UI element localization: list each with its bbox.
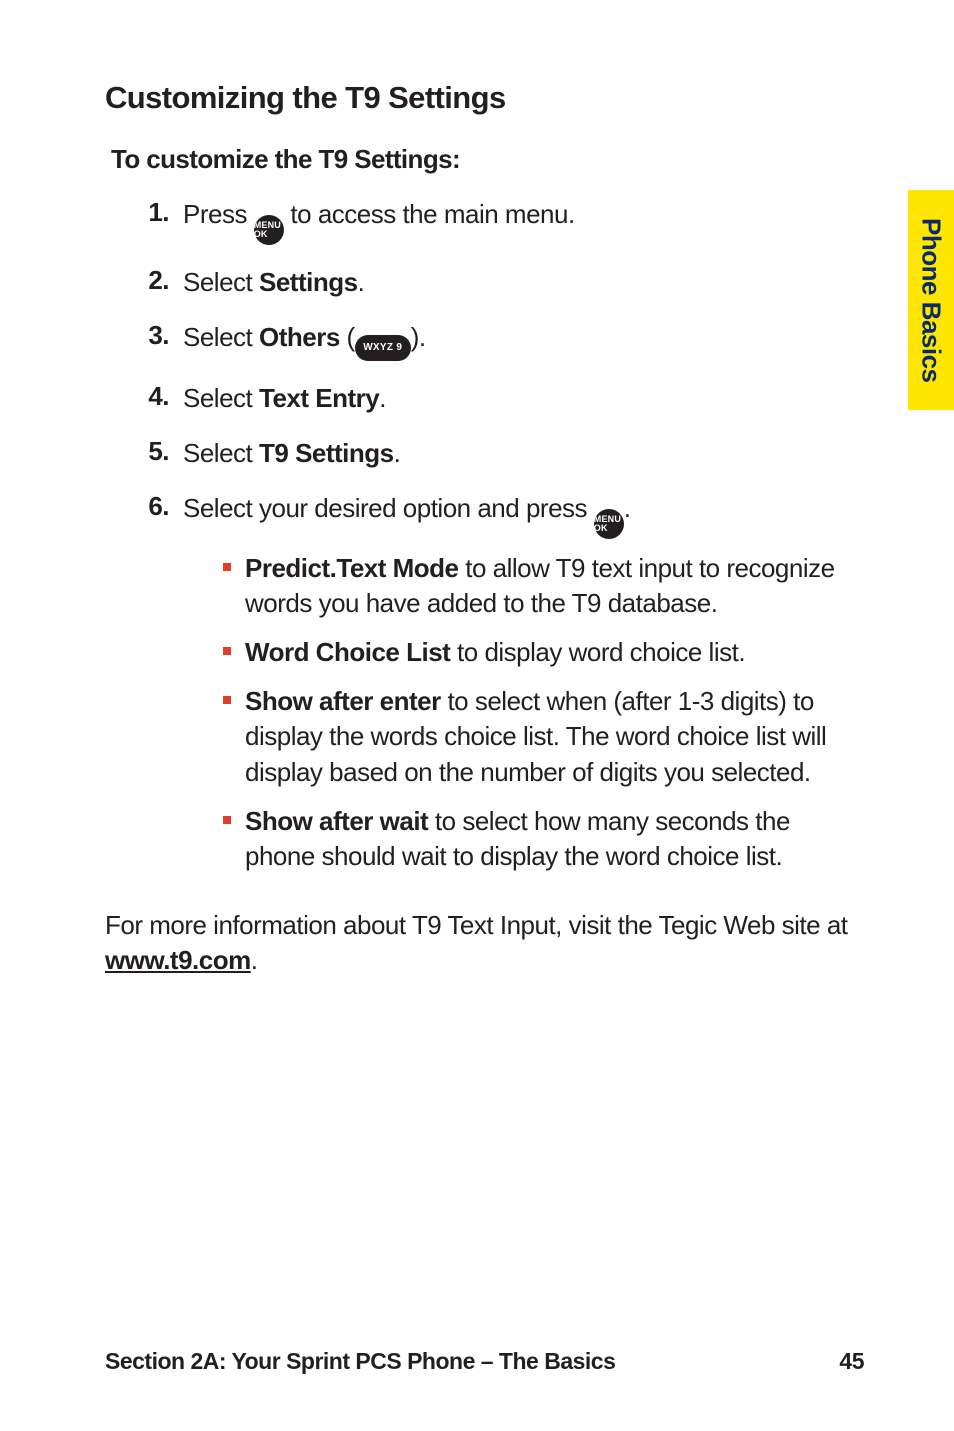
bullet-icon: [223, 804, 245, 874]
bullet-icon: [223, 684, 245, 789]
side-tab-label: Phone Basics: [916, 218, 947, 383]
closing-paragraph: For more information about T9 Text Input…: [105, 908, 864, 978]
bold-term: Predict.Text Mode: [245, 553, 459, 583]
link-t9[interactable]: www.t9.com: [105, 945, 251, 975]
step-body: Select Others (WXYZ 9).: [183, 320, 426, 361]
sub-item: Show after wait to select how many secon…: [223, 804, 864, 874]
page-footer: Section 2A: Your Sprint PCS Phone – The …: [105, 1348, 864, 1375]
step-2: 2. Select Settings.: [131, 265, 864, 300]
bold-term: Text Entry: [259, 383, 379, 413]
text: Select your desired option and press: [183, 493, 594, 523]
steps-list: 1. Press MENU OK to access the main menu…: [131, 197, 864, 888]
text: Select: [183, 322, 259, 352]
sub-item: Word Choice List to display word choice …: [223, 635, 864, 670]
step-6: 6. Select your desired option and press …: [131, 491, 864, 888]
sub-body: Show after wait to select how many secon…: [245, 804, 864, 874]
sub-item: Predict.Text Mode to allow T9 text input…: [223, 551, 864, 621]
step-number: 2.: [131, 265, 183, 300]
bold-term: Word Choice List: [245, 637, 450, 667]
step-body: Select T9 Settings.: [183, 436, 400, 471]
text: Press: [183, 199, 254, 229]
step-1: 1. Press MENU OK to access the main menu…: [131, 197, 864, 245]
wxyz-9-key-icon: WXYZ 9: [355, 335, 411, 361]
sub-item: Show after enter to select when (after 1…: [223, 684, 864, 789]
step-number: 6.: [131, 491, 183, 888]
step-body: Select your desired option and press MEN…: [183, 491, 864, 888]
step-3: 3. Select Others (WXYZ 9).: [131, 320, 864, 361]
step-number: 5.: [131, 436, 183, 471]
text: (: [340, 322, 355, 352]
text: .: [379, 383, 386, 413]
text: .: [624, 493, 631, 523]
text: to display word choice list.: [450, 637, 745, 667]
sub-body: Show after enter to select when (after 1…: [245, 684, 864, 789]
step-5: 5. Select T9 Settings.: [131, 436, 864, 471]
step-number: 4.: [131, 381, 183, 416]
menu-ok-key-icon: MENU OK: [594, 509, 624, 539]
step-4: 4. Select Text Entry.: [131, 381, 864, 416]
side-tab: Phone Basics: [908, 190, 954, 410]
step-body: Select Settings.: [183, 265, 364, 300]
bullet-icon: [223, 635, 245, 670]
page-number: 45: [839, 1348, 864, 1375]
text: .: [358, 267, 365, 297]
text: Select: [183, 267, 259, 297]
sub-body: Word Choice List to display word choice …: [245, 635, 745, 670]
bullet-icon: [223, 551, 245, 621]
page: Customizing the T9 Settings To customize…: [0, 0, 954, 1431]
step-number: 1.: [131, 197, 183, 245]
step-body: Select Text Entry.: [183, 381, 386, 416]
text: Select: [183, 438, 259, 468]
text: .: [251, 945, 258, 975]
text: Select: [183, 383, 259, 413]
bold-term: T9 Settings: [259, 438, 394, 468]
bold-term: Others: [259, 322, 340, 352]
text: to access the main menu.: [284, 199, 575, 229]
lead-text: To customize the T9 Settings:: [111, 144, 864, 175]
text: ).: [411, 322, 426, 352]
bold-term: Show after enter: [245, 686, 441, 716]
sub-list: Predict.Text Mode to allow T9 text input…: [223, 551, 864, 874]
step-body: Press MENU OK to access the main menu.: [183, 197, 575, 245]
footer-section-title: Section 2A: Your Sprint PCS Phone – The …: [105, 1348, 615, 1375]
bold-term: Settings: [259, 267, 358, 297]
text: .: [394, 438, 401, 468]
menu-ok-key-icon: MENU OK: [254, 215, 284, 245]
sub-body: Predict.Text Mode to allow T9 text input…: [245, 551, 864, 621]
section-heading: Customizing the T9 Settings: [105, 80, 864, 116]
step-number: 3.: [131, 320, 183, 361]
bold-term: Show after wait: [245, 806, 428, 836]
text: For more information about T9 Text Input…: [105, 910, 848, 940]
